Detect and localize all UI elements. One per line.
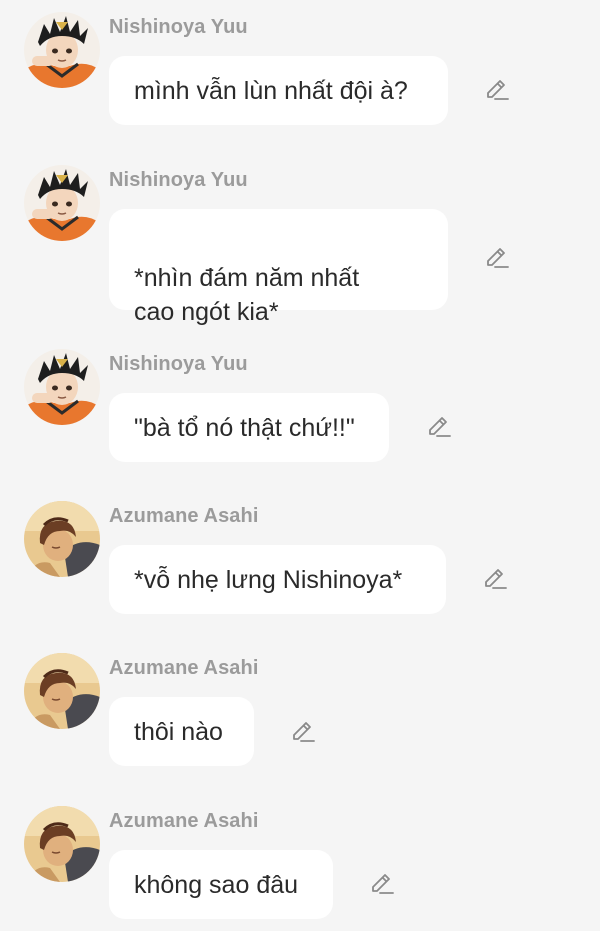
avatar-nishinoya[interactable] (24, 165, 100, 241)
message-bubble: thôi nào (109, 697, 254, 766)
avatar-asahi[interactable] (24, 501, 100, 577)
sender-name: Nishinoya Yuu (109, 16, 248, 38)
pencil-icon (372, 874, 394, 894)
message-bubble: mình vẫn lùn nhất đội à? (109, 56, 448, 125)
message-text: mình vẫn lùn nhất đội à? (134, 77, 408, 105)
sender-name: Azumane Asahi (109, 657, 259, 679)
message-bubble: *vỗ nhẹ lưng Nishinoya* (109, 545, 446, 614)
pencil-icon (293, 722, 315, 742)
message-text: thôi nào (134, 718, 223, 746)
edit-message-button[interactable] (367, 870, 395, 898)
message-text: *vỗ nhẹ lưng Nishinoya* (134, 566, 403, 594)
pencil-icon (487, 248, 509, 268)
pencil-icon (429, 417, 451, 437)
message-text: *nhìn đám năm nhất cao ngót kia* (134, 264, 360, 326)
message-bubble: "bà tổ nó thật chứ!!" (109, 393, 389, 462)
asahi-avatar-image (24, 501, 100, 577)
avatar-asahi[interactable] (24, 806, 100, 882)
pencil-icon (485, 569, 507, 589)
nishinoya-avatar-image (24, 12, 100, 88)
sender-name: Nishinoya Yuu (109, 353, 248, 375)
asahi-avatar-image (24, 653, 100, 729)
sender-name: Azumane Asahi (109, 505, 259, 527)
nishinoya-avatar-image (24, 165, 100, 241)
message-text: không sao đâu (134, 871, 299, 899)
sender-name: Azumane Asahi (109, 810, 259, 832)
message-bubble: không sao đâu (109, 850, 333, 919)
avatar-asahi[interactable] (24, 653, 100, 729)
edit-message-button[interactable] (482, 76, 510, 104)
edit-message-button[interactable] (480, 565, 508, 593)
avatar-nishinoya[interactable] (24, 12, 100, 88)
nishinoya-avatar-image (24, 349, 100, 425)
avatar-nishinoya[interactable] (24, 349, 100, 425)
chat-message-list: Nishinoya Yuu mình vẫn lùn nhất đội à? N… (0, 0, 600, 931)
edit-message-button[interactable] (482, 244, 510, 272)
edit-message-button[interactable] (424, 413, 452, 441)
message-bubble: *nhìn đám năm nhất cao ngót kia* (109, 209, 448, 326)
sender-name: Nishinoya Yuu (109, 169, 248, 191)
edit-message-button[interactable] (288, 718, 316, 746)
message-text: "bà tổ nó thật chứ!!" (134, 414, 355, 442)
pencil-icon (487, 80, 509, 100)
asahi-avatar-image (24, 806, 100, 882)
